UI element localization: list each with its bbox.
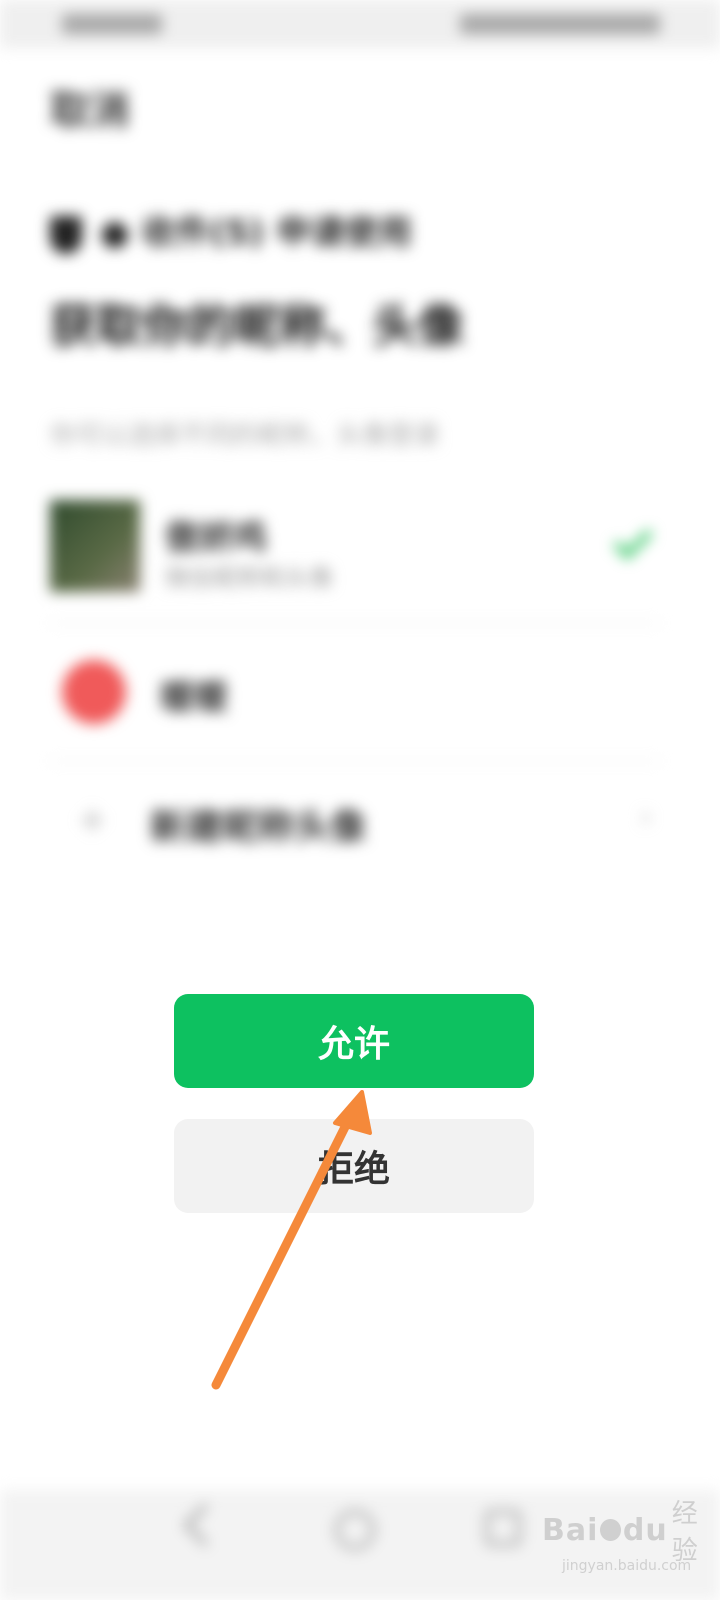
divider	[50, 760, 660, 762]
status-signal-icons	[62, 14, 162, 34]
divider	[50, 622, 660, 624]
watermark-text: 经验	[671, 1499, 698, 1566]
avatar[interactable]	[62, 660, 126, 724]
chevron-right-icon: ›	[640, 800, 652, 835]
profile-name[interactable]: 傲娇鸡	[165, 510, 267, 559]
baidu-watermark: Bai du 经验	[542, 1499, 720, 1566]
allow-button[interactable]: 允许	[174, 994, 534, 1088]
cancel-link[interactable]: 取消	[50, 78, 130, 136]
paw-icon	[600, 1519, 621, 1541]
page-heading: 获取你的昵称、头像	[50, 299, 464, 353]
deny-button[interactable]: 拒绝	[174, 1119, 534, 1213]
home-icon[interactable]	[335, 1510, 375, 1550]
profile-name[interactable]: 暖暖	[160, 670, 228, 719]
watermark-logo: Bai	[542, 1512, 599, 1548]
app-request-line: ● 收件(5) 申请使用	[50, 205, 412, 254]
recent-apps-icon[interactable]	[485, 1510, 521, 1546]
new-profile-option[interactable]: 新建昵称头像	[150, 798, 366, 850]
plus-icon: +	[78, 800, 107, 840]
watermark-url: jingyan.baidu.com	[562, 1558, 692, 1574]
watermark-logo-suffix: du	[622, 1512, 668, 1548]
avatar[interactable]	[50, 500, 140, 592]
status-bar	[0, 0, 720, 48]
blurred-background: 取消 ● 收件(5) 申请使用 获取你的昵称、头像 你可以选择不同的昵称，头像登…	[0, 0, 720, 1600]
profile-desc: 微信昵称和头像	[165, 564, 333, 592]
status-battery-time	[460, 14, 660, 34]
check-icon	[613, 520, 653, 560]
shield-icon	[50, 215, 82, 254]
app-request-text: ● 收件(5) 申请使用	[100, 213, 413, 253]
page-subtext: 你可以选择不同的昵称，头像登录	[50, 421, 441, 451]
